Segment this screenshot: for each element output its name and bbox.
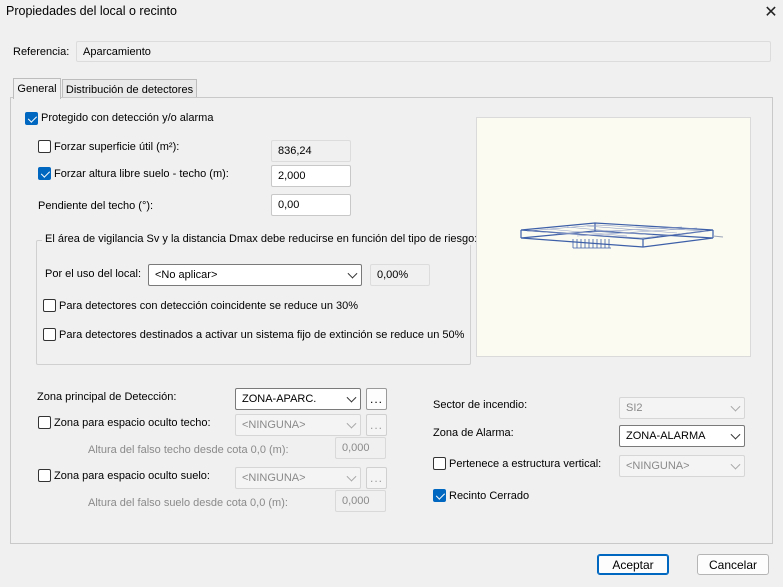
sector-select[interactable]: SI2 <box>619 397 745 419</box>
estructura-vertical-label: Pertenece a estructura vertical: <box>449 458 602 470</box>
chevron-down-icon <box>730 401 741 412</box>
protegido-label: Protegido con detección y/o alarma <box>41 112 214 124</box>
referencia-value: Aparcamiento <box>83 45 151 58</box>
riesgo-title: El área de vigilancia Sv y la distancia … <box>42 233 481 245</box>
pendiente-value: 0,00 <box>278 199 300 211</box>
estructura-vertical-select[interactable]: <NINGUNA> <box>619 455 745 477</box>
model-preview[interactable] <box>476 117 751 357</box>
chevron-down-icon <box>730 459 741 470</box>
zona-alarma-label: Zona de Alarma: <box>433 427 514 439</box>
zona-suelo-checkbox[interactable] <box>38 469 51 482</box>
chevron-down-icon <box>346 471 357 482</box>
zona-principal-browse-button[interactable]: ... <box>366 388 387 410</box>
altura-suelo-field: 0,000 <box>335 490 386 512</box>
tab-general-label: General <box>17 83 57 95</box>
superficie-value: 836,24 <box>278 145 312 157</box>
referencia-field[interactable]: Aparcamiento <box>76 41 771 62</box>
altura-techo-value: 0,000 <box>342 442 370 454</box>
zona-techo-label: Zona para espacio oculto techo: <box>54 417 211 429</box>
tab-general[interactable]: General <box>13 78 61 99</box>
sector-label: Sector de incendio: <box>433 399 528 411</box>
zona-principal-value: ZONA-APARC. <box>242 393 317 405</box>
zona-principal-select[interactable]: ZONA-APARC. <box>235 388 361 410</box>
uso-select[interactable]: <No aplicar> <box>148 264 362 286</box>
zona-suelo-browse-button[interactable]: ... <box>366 467 387 489</box>
altura-value: 2,000 <box>278 170 306 182</box>
zona-principal-label: Zona principal de Detección: <box>37 391 177 403</box>
window-title: Propiedades del local o recinto <box>6 4 177 18</box>
parking-3d-model <box>520 222 724 249</box>
forzar-altura-label: Forzar altura libre suelo - techo (m): <box>54 168 229 180</box>
estructura-vertical-checkbox[interactable] <box>433 457 446 470</box>
uso-label: Por el uso del local: <box>45 268 141 280</box>
uso-value: <No aplicar> <box>155 269 218 281</box>
zona-techo-select[interactable]: <NINGUNA> <box>235 414 361 436</box>
altura-suelo-label: Altura del falso suelo desde cota 0,0 (m… <box>88 497 288 509</box>
superficie-field: 836,24 <box>271 140 351 162</box>
uso-percent-field: 0,00% <box>370 264 430 286</box>
coincidente-checkbox[interactable] <box>43 299 56 312</box>
zona-techo-browse-button[interactable]: ... <box>366 414 387 436</box>
zona-techo-checkbox[interactable] <box>38 416 51 429</box>
recinto-cerrado-label: Recinto Cerrado <box>449 490 530 502</box>
recinto-cerrado-checkbox[interactable] <box>433 489 446 502</box>
pendiente-input[interactable]: 0,00 <box>271 194 351 216</box>
forzar-superficie-checkbox[interactable] <box>38 140 51 153</box>
altura-techo-field: 0,000 <box>335 437 386 459</box>
estructura-vertical-value: <NINGUNA> <box>626 460 690 472</box>
cancelar-button[interactable]: Cancelar <box>697 554 769 575</box>
zona-suelo-select[interactable]: <NINGUNA> <box>235 467 361 489</box>
tab-distribucion-detectores[interactable]: Distribución de detectores <box>62 79 197 99</box>
protegido-checkbox[interactable] <box>25 112 38 125</box>
chevron-down-icon <box>346 418 357 429</box>
extincion-checkbox[interactable] <box>43 328 56 341</box>
pendiente-label: Pendiente del techo (°): <box>38 200 154 212</box>
forzar-altura-checkbox[interactable] <box>38 167 51 180</box>
chevron-down-icon <box>346 392 357 403</box>
forzar-superficie-label: Forzar superficie útil (m²): <box>54 141 180 153</box>
close-icon[interactable]: ✕ <box>760 1 782 23</box>
referencia-label: Referencia: <box>13 46 70 58</box>
zona-suelo-label: Zona para espacio oculto suelo: <box>54 470 210 482</box>
chevron-down-icon <box>347 268 358 279</box>
zona-alarma-select[interactable]: ZONA-ALARMA <box>619 425 745 447</box>
zona-suelo-value: <NINGUNA> <box>242 472 306 484</box>
uso-percent-value: 0,00% <box>377 269 409 281</box>
tab-distribucion-label: Distribución de detectores <box>65 83 194 96</box>
chevron-down-icon <box>730 429 741 440</box>
sector-value: SI2 <box>626 402 643 414</box>
altura-input[interactable]: 2,000 <box>271 165 351 187</box>
aceptar-button[interactable]: Aceptar <box>597 554 669 575</box>
zona-techo-value: <NINGUNA> <box>242 419 306 431</box>
zona-alarma-value: ZONA-ALARMA <box>626 430 706 442</box>
extincion-label: Para detectores destinados a activar un … <box>59 329 465 341</box>
altura-suelo-value: 0,000 <box>342 495 370 507</box>
coincidente-label: Para detectores con detección coincident… <box>59 300 359 312</box>
altura-techo-label: Altura del falso techo desde cota 0,0 (m… <box>88 444 289 456</box>
